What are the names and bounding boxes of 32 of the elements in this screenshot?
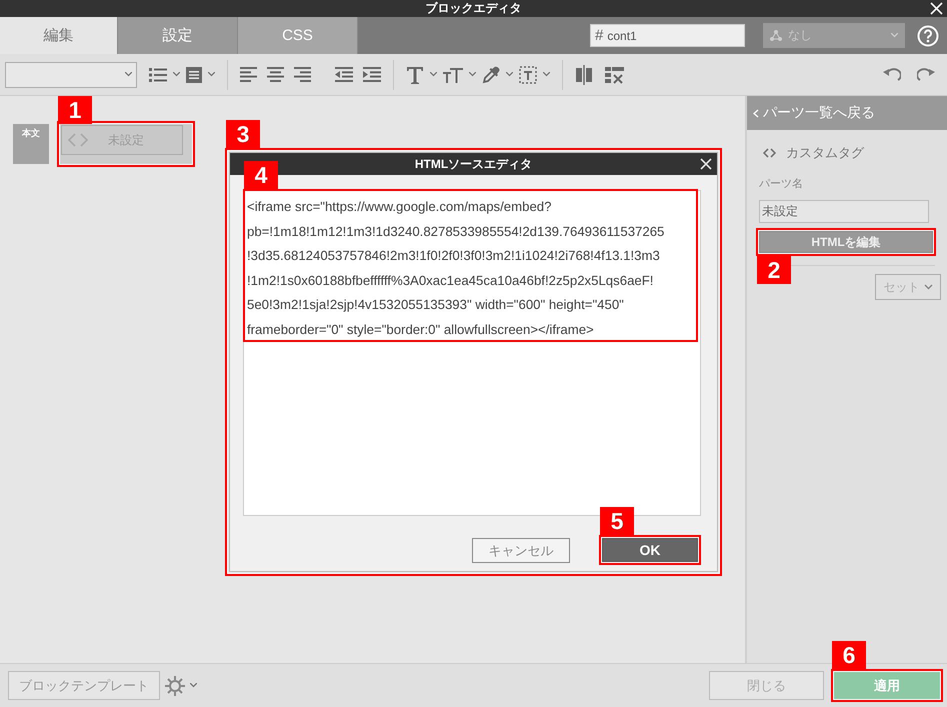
tab[interactable]: 設定	[118, 17, 238, 54]
thumbnail-label: 本文	[22, 127, 40, 140]
back-link[interactable]: パーツ一覧へ戻る	[763, 104, 875, 122]
callout-number: 1	[58, 96, 92, 124]
callout-number: 5	[600, 507, 634, 535]
cancel-button[interactable]: キャンセル	[472, 538, 570, 563]
tab[interactable]: 編集	[0, 17, 118, 54]
block-thumbnail[interactable]: 本文	[13, 124, 49, 164]
code-line: frameborder="0" style="border:0" allowfullscreen></iframe>	[247, 320, 595, 339]
tab[interactable]: CSS	[238, 17, 358, 54]
block-template-button[interactable]: ブロックテンプレート	[8, 671, 160, 700]
apply-button[interactable]: 適用	[834, 672, 940, 699]
dialog-title: HTMLソースエディタ	[414, 156, 532, 172]
code-line: !1m2!1s0x60188bfbeffffff%3A0xac1ea45ca10a46bf!2z5p2x5Lqs6aeF!	[247, 272, 654, 290]
callout-number: 4	[244, 161, 278, 189]
code-line: <iframe src="https://www.google.com/maps/embed?	[247, 198, 552, 216]
part-type-label: カスタムタグ	[786, 144, 864, 162]
hash-sign: #	[595, 27, 604, 44]
code-line: pb=!1m18!1m12!1m3!1d3240.8278533985554!2d139.76493611537265	[247, 222, 666, 241]
code-line: !3d35.68124053757846!2m3!1f0!2f0!3f0!3m2!1i1024!2i768!4f13.1!3m3	[247, 247, 661, 265]
callout-number: 2	[757, 256, 791, 284]
ok-button[interactable]: OK	[602, 538, 698, 562]
code-line: 5e0!3m2!1sja!2sjp!4v1532055135393" width="600" height="450"	[247, 296, 625, 314]
callout-number: 3	[226, 120, 260, 148]
field-value: cont1	[607, 28, 637, 42]
window-title: ブロックエディタ	[426, 0, 522, 17]
field-label: パーツ名	[759, 177, 804, 191]
name-field[interactable]: 未設定	[759, 200, 929, 223]
edit-html-button[interactable]: HTMLを編集	[759, 231, 933, 253]
close-button[interactable]: 閉じる	[709, 671, 824, 700]
callout-number: 6	[832, 641, 866, 669]
id-field[interactable]: # cont1	[590, 24, 745, 47]
